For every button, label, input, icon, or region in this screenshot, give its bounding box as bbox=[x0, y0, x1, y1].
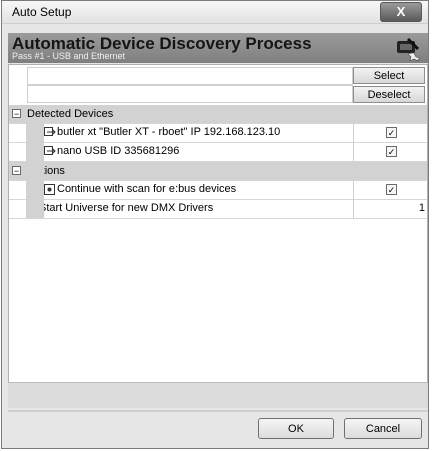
list-item[interactable]: butler xt "Butler XT - rboet" IP 192.168… bbox=[9, 123, 427, 142]
device-checkbox[interactable]: ✓ bbox=[386, 127, 397, 138]
setup-wizard-icon bbox=[397, 37, 420, 61]
list-item[interactable]: nano USB ID 335681296 ✓ bbox=[9, 142, 427, 161]
network-device-icon bbox=[44, 127, 56, 136]
section-label: Detected Devices bbox=[27, 108, 114, 120]
collapse-icon[interactable]: − bbox=[12, 166, 21, 176]
collapse-icon[interactable]: − bbox=[12, 109, 21, 119]
select-button[interactable]: Select bbox=[353, 67, 425, 84]
device-label: butler xt "Butler XT - rboet" IP 192.168… bbox=[57, 126, 281, 138]
option-checkbox[interactable]: ✓ bbox=[386, 184, 397, 195]
ok-button[interactable]: OK bbox=[258, 418, 334, 439]
close-button[interactable]: X bbox=[380, 2, 422, 22]
option-label: Start Universe for new DMX Drivers bbox=[39, 202, 214, 214]
deselect-row: Deselect bbox=[9, 85, 427, 103]
option-label: Continue with scan for e:bus devices bbox=[57, 183, 237, 195]
cancel-button[interactable]: Cancel bbox=[344, 418, 422, 439]
option-value[interactable]: 1 bbox=[419, 202, 425, 214]
header-banner: Automatic Device Discovery Process Pass … bbox=[8, 33, 428, 63]
window-title: Auto Setup bbox=[12, 5, 72, 19]
device-checkbox[interactable]: ✓ bbox=[386, 146, 397, 157]
usb-device-icon bbox=[44, 146, 56, 155]
section-detected-devices[interactable]: − Detected Devices bbox=[9, 105, 427, 123]
section-options[interactable]: − Options bbox=[9, 162, 427, 180]
deselect-field[interactable] bbox=[27, 85, 353, 103]
status-strip bbox=[8, 382, 428, 408]
header-subtitle: Pass #1 - USB and Ethernet bbox=[12, 51, 126, 61]
select-field[interactable] bbox=[27, 67, 353, 85]
footer-divider bbox=[8, 410, 428, 412]
deselect-button[interactable]: Deselect bbox=[353, 86, 425, 103]
title-bar: Auto Setup X bbox=[2, 1, 428, 24]
property-grid: Select Deselect − Detected Devices butle… bbox=[8, 64, 428, 408]
bus-icon bbox=[44, 184, 55, 195]
list-item[interactable]: Start Universe for new DMX Drivers 1 bbox=[9, 199, 427, 218]
device-label: nano USB ID 335681296 bbox=[57, 145, 180, 157]
list-item[interactable]: Continue with scan for e:bus devices ✓ bbox=[9, 180, 427, 199]
select-row: Select bbox=[9, 67, 427, 85]
